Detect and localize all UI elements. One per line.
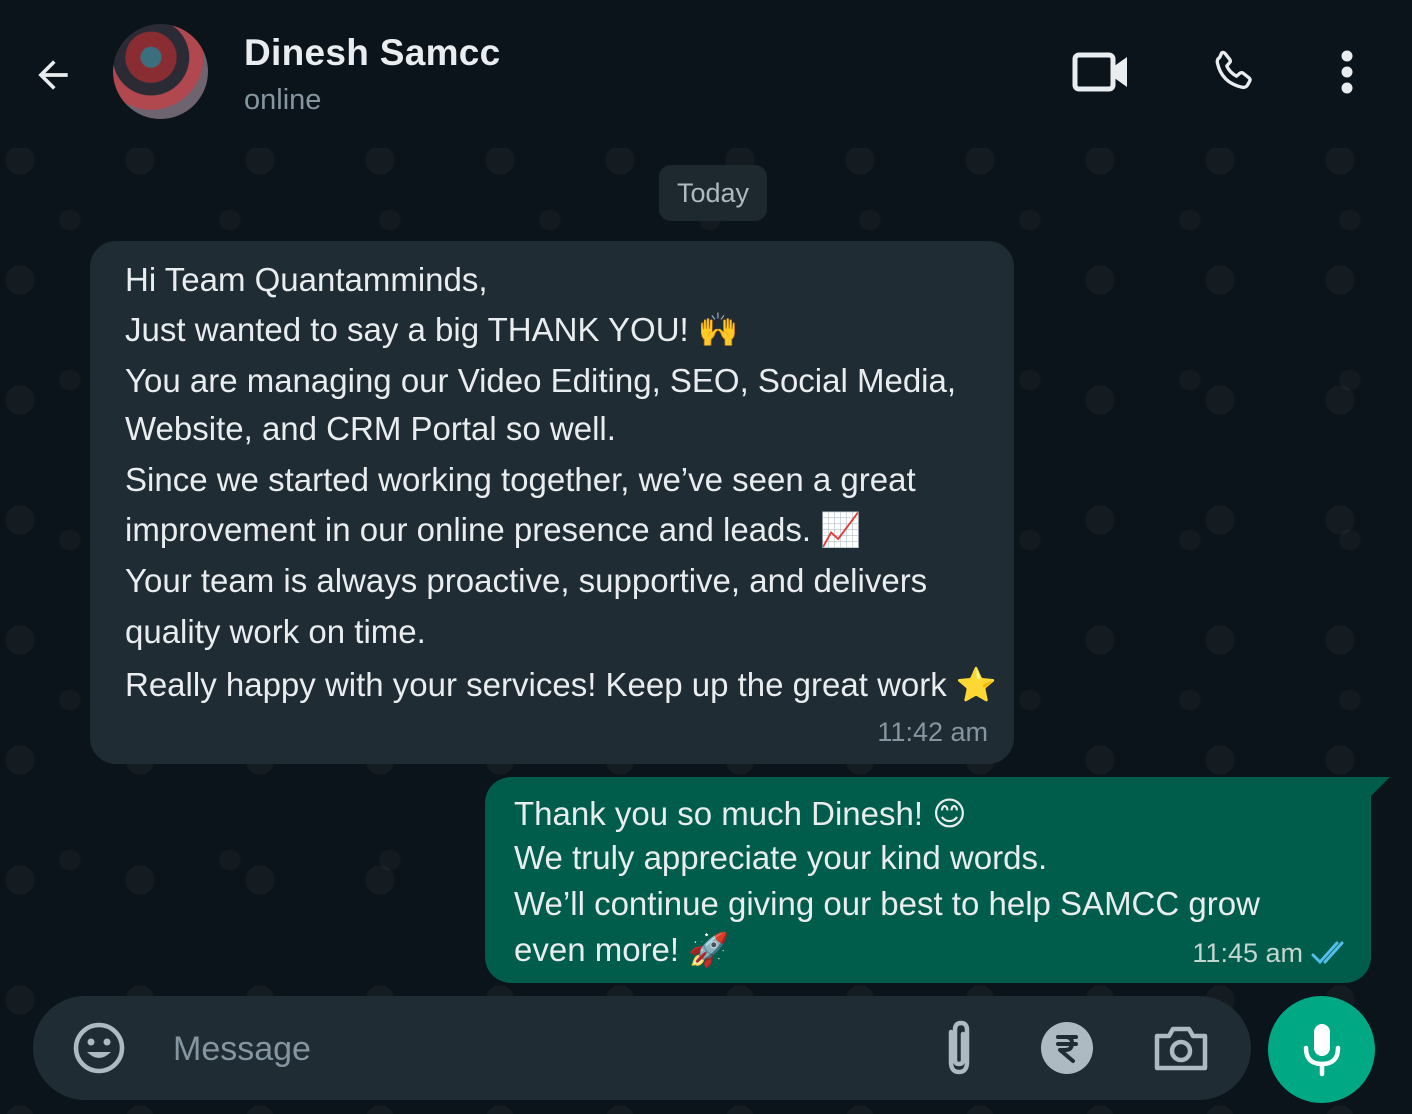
- message-composer: [33, 996, 1251, 1100]
- message-timestamp: 11:45 am: [1192, 938, 1303, 968]
- message-timestamp: 11:42 am: [877, 717, 988, 747]
- incoming-message-bubble[interactable]: Hi Team Quantamminds, Just wanted to say…: [90, 241, 1014, 764]
- emoji-button[interactable]: [71, 1020, 127, 1076]
- message-line: Hi Team Quantamminds,: [125, 261, 488, 298]
- outgoing-message-bubble[interactable]: Thank you so much Dinesh! 😊 We truly app…: [485, 777, 1371, 983]
- avatar[interactable]: [113, 24, 208, 119]
- voice-call-button[interactable]: [1200, 44, 1266, 100]
- message-line: Thank you so much Dinesh! 😊: [514, 795, 967, 832]
- chat-screen: Dinesh Samcc online Today Hi Team Quanta…: [0, 0, 1412, 1114]
- phone-icon: [1215, 50, 1252, 90]
- video-call-icon: [1072, 52, 1127, 92]
- message-line: We truly appreciate your kind words.: [514, 839, 1048, 876]
- attach-button[interactable]: [929, 1018, 985, 1078]
- rupee-icon: [1041, 1022, 1093, 1074]
- chat-header: Dinesh Samcc online: [0, 0, 1412, 148]
- camera-icon: [1154, 1026, 1208, 1071]
- emoji-icon: [73, 1022, 125, 1074]
- message-line: Since we started working together, we’ve…: [125, 461, 916, 498]
- payment-button[interactable]: [1039, 1020, 1095, 1076]
- message-line: Just wanted to say a big THANK YOU! 🙌: [125, 311, 739, 348]
- message-line: even more! 🚀: [514, 931, 730, 968]
- paperclip-icon: [948, 1020, 970, 1075]
- back-button[interactable]: [28, 50, 78, 100]
- message-line: improvement in our online presence and l…: [125, 511, 862, 548]
- message-line: Really happy with your services! Keep up…: [125, 666, 998, 703]
- more-options-button[interactable]: [1322, 44, 1372, 100]
- contact-status: online: [244, 84, 322, 116]
- more-vertical-icon: [1341, 50, 1353, 94]
- date-separator: Today: [659, 165, 767, 221]
- message-line: We’ll continue giving our best to help S…: [514, 885, 1260, 922]
- message-line: Website, and CRM Portal so well.: [125, 410, 616, 447]
- microphone-icon: [1303, 1023, 1340, 1076]
- camera-button[interactable]: [1151, 1020, 1211, 1076]
- message-line: You are managing our Video Editing, SEO,…: [125, 362, 957, 399]
- message-input[interactable]: [171, 1022, 895, 1076]
- message-line: quality work on time.: [125, 613, 426, 650]
- contact-name[interactable]: Dinesh Samcc: [244, 32, 501, 74]
- back-arrow-icon: [38, 60, 68, 90]
- message-line: Your team is always proactive, supportiv…: [125, 562, 928, 599]
- voice-message-button[interactable]: [1268, 996, 1375, 1103]
- video-call-button[interactable]: [1068, 44, 1134, 100]
- read-receipt-icon: [1311, 941, 1344, 965]
